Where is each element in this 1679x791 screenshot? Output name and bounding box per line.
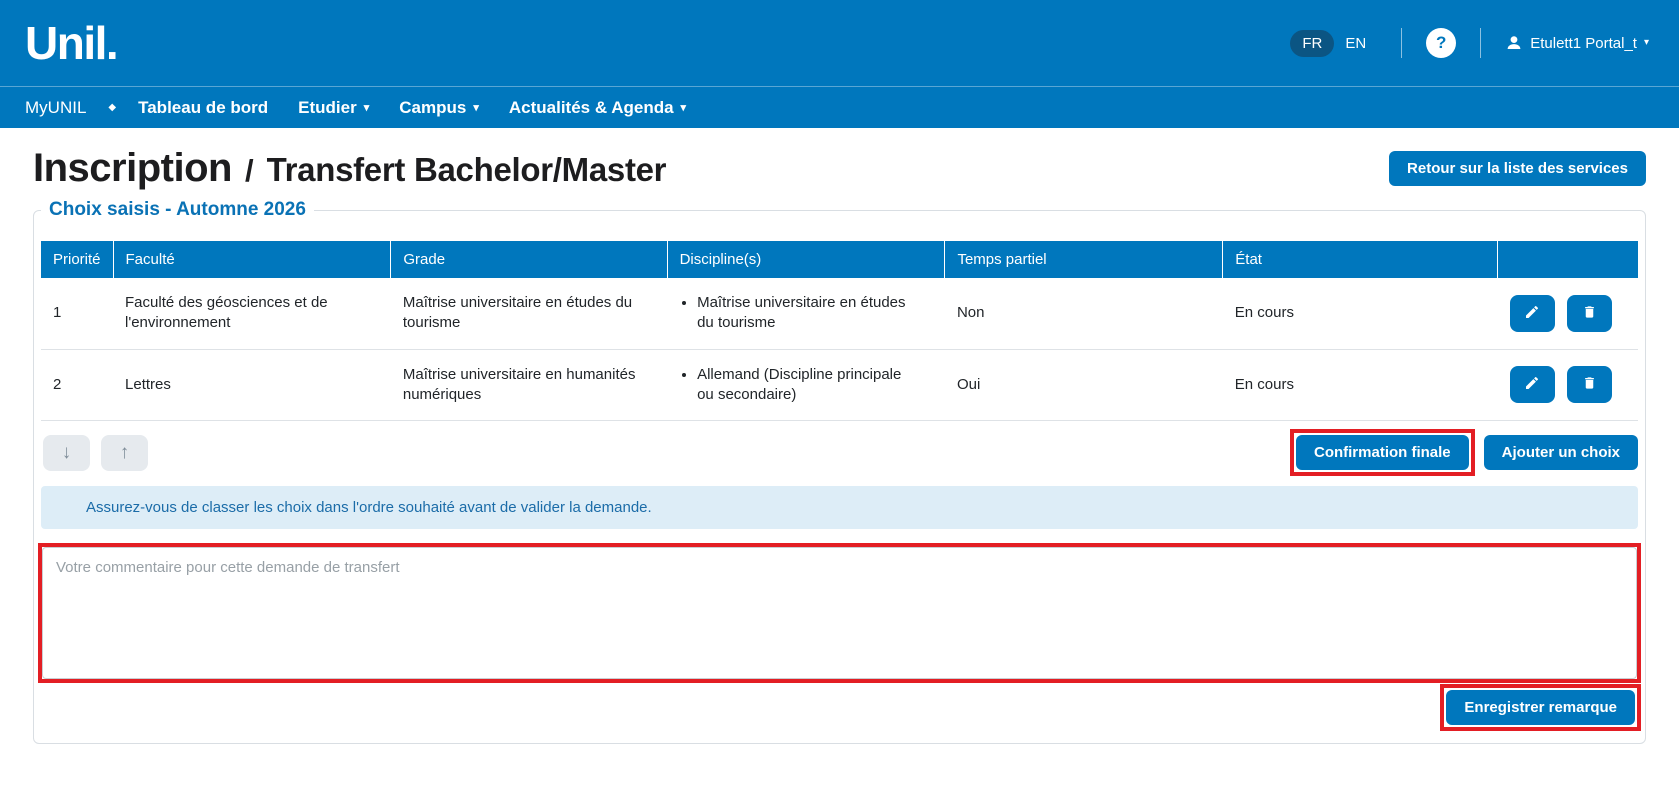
nav-item-study-label: Etudier [298,98,357,118]
nav-item-dashboard[interactable]: Tableau de bord [138,98,268,118]
col-header-priority: Priorité [41,241,113,278]
unil-logo[interactable]: Unil. [25,20,117,66]
discipline-item: Allemand (Discipline principale ou secon… [697,365,919,406]
nav-item-news-label: Actualités & Agenda [509,98,674,118]
cell-faculty: Lettres [113,349,391,421]
move-up-button[interactable]: ↑ [101,435,148,471]
lang-fr-button[interactable]: FR [1290,30,1334,57]
pencil-icon [1524,304,1540,323]
final-confirmation-button[interactable]: Confirmation finale [1296,435,1469,470]
language-switch: FR EN [1290,30,1377,57]
cell-priority: 2 [41,349,113,421]
breadcrumb-separator: / [245,153,254,189]
cell-disciplines: Allemand (Discipline principale ou secon… [667,349,945,421]
choices-table: Priorité Faculté Grade Discipline(s) Tem… [41,241,1638,421]
app-header: Unil. FR EN ? Etulett1 Portal_t ▾ [0,0,1679,86]
choices-legend: Choix saisis - Automne 2026 [41,199,314,221]
table-header-row: Priorité Faculté Grade Discipline(s) Tem… [41,241,1638,278]
annotation-highlight-confirm: Confirmation finale [1290,429,1475,476]
main-nav: MyUNIL ◆ Tableau de bord Etudier ▾ Campu… [0,86,1679,128]
cell-grade: Maîtrise universitaire en études du tour… [391,278,667,349]
cell-faculty: Faculté des géosciences et de l'environn… [113,278,391,349]
col-header-state: État [1223,241,1498,278]
col-header-parttime: Temps partiel [945,241,1223,278]
user-icon [1505,34,1523,52]
nav-item-campus[interactable]: Campus ▾ [399,98,479,118]
save-remark-button[interactable]: Enregistrer remarque [1446,690,1635,725]
nav-item-campus-label: Campus [399,98,466,118]
cell-parttime: Oui [945,349,1223,421]
cell-grade: Maîtrise universitaire en humanités numé… [391,349,667,421]
choices-section: Choix saisis - Automne 2026 Priorité Fac… [33,199,1646,744]
main-content: Inscription / Transfert Bachelor/Master … [0,146,1679,744]
arrow-down-icon: ↓ [62,442,72,463]
help-icon[interactable]: ? [1426,28,1456,58]
table-row: 2 Lettres Maîtrise universitaire en huma… [41,349,1638,421]
trash-icon [1582,304,1597,323]
move-buttons: ↓ ↑ [43,435,148,471]
info-message: Assurez-vous de classer les choix dans l… [41,486,1638,529]
col-header-disciplines: Discipline(s) [667,241,945,278]
cell-disciplines: Maîtrise universitaire en études du tour… [667,278,945,349]
header-divider [1480,28,1481,58]
chevron-down-icon: ▾ [364,101,370,114]
annotation-highlight-comment [38,543,1641,683]
table-row: 1 Faculté des géosciences et de l'enviro… [41,278,1638,349]
page-title: Inscription / Transfert Bachelor/Master [33,146,666,191]
delete-choice-button[interactable] [1567,366,1612,403]
cell-parttime: Non [945,278,1223,349]
cell-actions [1497,349,1638,421]
nav-item-study[interactable]: Etudier ▾ [298,98,369,118]
cell-actions [1497,278,1638,349]
title-row: Inscription / Transfert Bachelor/Master … [33,146,1646,191]
nav-item-news[interactable]: Actualités & Agenda ▾ [509,98,686,118]
discipline-item: Maîtrise universitaire en études du tour… [697,293,919,334]
reorder-actions-row: ↓ ↑ Confirmation finale Ajouter un choix [41,429,1638,476]
chevron-down-icon: ▾ [681,101,687,114]
arrow-up-icon: ↑ [120,442,130,463]
comment-textarea[interactable] [42,547,1637,679]
move-down-button[interactable]: ↓ [43,435,90,471]
cell-state: En cours [1223,349,1498,421]
diamond-icon: ◆ [108,102,116,113]
edit-choice-button[interactable] [1510,295,1555,332]
pencil-icon [1524,375,1540,394]
edit-choice-button[interactable] [1510,366,1555,403]
page-title-primary: Inscription [33,146,232,191]
delete-choice-button[interactable] [1567,295,1612,332]
save-row: Enregistrer remarque [41,684,1641,731]
annotation-highlight-save: Enregistrer remarque [1440,684,1641,731]
choice-actions: Confirmation finale Ajouter un choix [1290,429,1638,476]
lang-en-button[interactable]: EN [1334,30,1377,57]
page-title-secondary: Transfert Bachelor/Master [267,151,667,189]
col-header-faculty: Faculté [113,241,391,278]
back-to-services-button[interactable]: Retour sur la liste des services [1389,151,1646,186]
nav-item-myunil[interactable]: MyUNIL [25,98,86,118]
user-menu[interactable]: Etulett1 Portal_t ▾ [1505,34,1649,52]
trash-icon [1582,375,1597,394]
add-choice-button[interactable]: Ajouter un choix [1484,435,1638,470]
cell-state: En cours [1223,278,1498,349]
header-divider [1401,28,1402,58]
chevron-down-icon: ▾ [1644,38,1649,48]
header-right: FR EN ? Etulett1 Portal_t ▾ [1290,28,1649,58]
col-header-actions [1497,241,1638,278]
user-name: Etulett1 Portal_t [1530,35,1637,52]
col-header-grade: Grade [391,241,667,278]
cell-priority: 1 [41,278,113,349]
chevron-down-icon: ▾ [473,101,479,114]
